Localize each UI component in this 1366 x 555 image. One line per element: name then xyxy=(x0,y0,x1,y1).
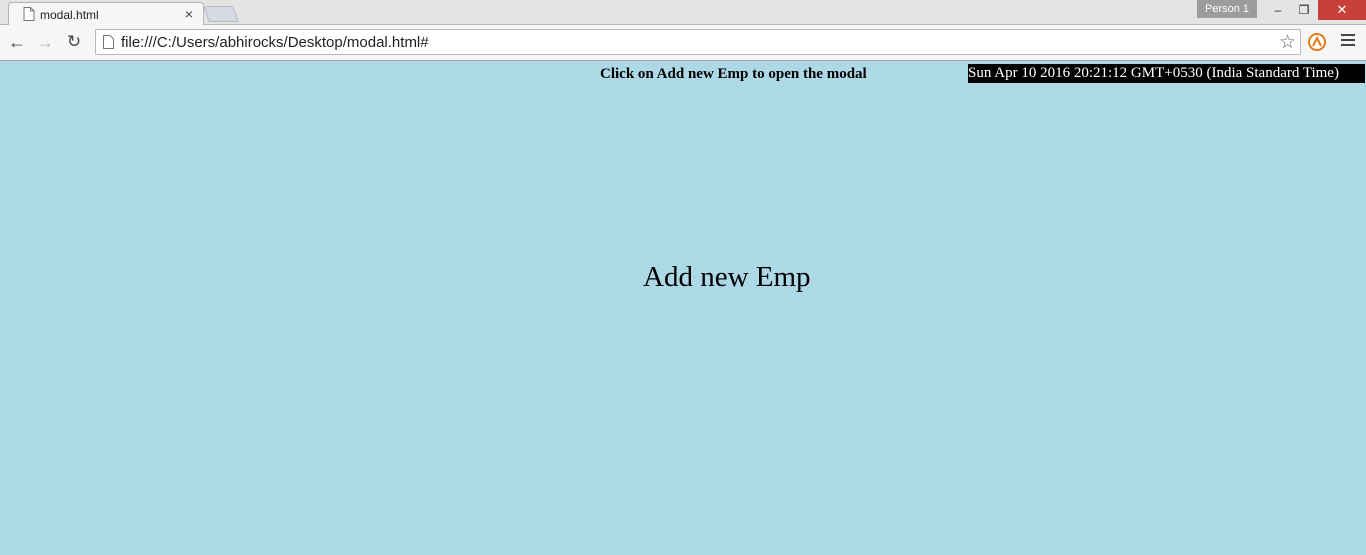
page-body: Click on Add new Emp to open the modal S… xyxy=(0,61,1366,555)
minimize-button[interactable]: ‒ xyxy=(1265,0,1291,20)
page-icon xyxy=(103,35,114,49)
extension-icon[interactable] xyxy=(1308,33,1326,51)
hamburger-menu-icon[interactable] xyxy=(1341,34,1355,48)
address-bar[interactable]: file:///C:/Users/abhirocks/Desktop/modal… xyxy=(95,29,1301,55)
clock-display: Sun Apr 10 2016 20:21:12 GMT+0530 (India… xyxy=(968,64,1365,83)
forward-button[interactable]: → xyxy=(35,32,55,52)
tab-title: modal.html xyxy=(40,8,99,22)
add-new-emp-link[interactable]: Add new Emp xyxy=(643,261,811,294)
reload-button[interactable]: ↻ xyxy=(64,32,84,52)
title-bar: modal.html × Person 1 ‒ ❐ ✕ xyxy=(0,0,1366,26)
maximize-button[interactable]: ❐ xyxy=(1291,0,1317,20)
back-button[interactable]: ← xyxy=(7,32,27,52)
profile-button[interactable]: Person 1 xyxy=(1197,0,1257,18)
tab-close-icon[interactable]: × xyxy=(181,6,197,22)
browser-toolbar: ← → ↻ file:///C:/Users/abhirocks/Desktop… xyxy=(0,25,1366,61)
document-icon xyxy=(23,7,35,21)
url-text[interactable]: file:///C:/Users/abhirocks/Desktop/modal… xyxy=(121,34,429,51)
instruction-text: Click on Add new Emp to open the modal xyxy=(600,66,867,82)
new-tab-button[interactable] xyxy=(203,6,239,22)
close-window-button[interactable]: ✕ xyxy=(1318,0,1366,20)
tab-modal-html[interactable]: modal.html × xyxy=(8,2,204,26)
star-icon[interactable]: ☆ xyxy=(1279,31,1296,54)
